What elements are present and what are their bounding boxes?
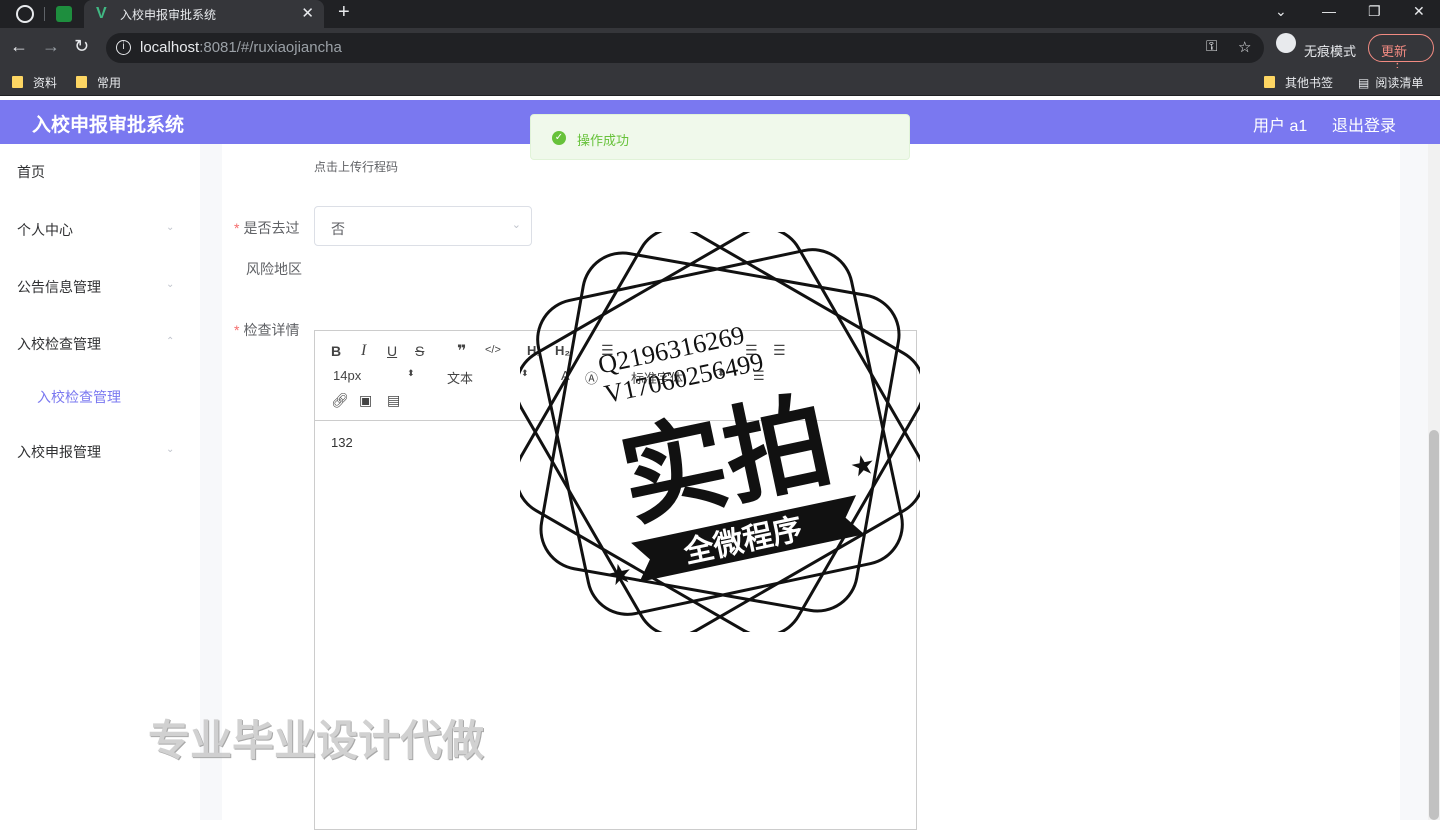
sidebar-item-notice[interactable]: 公告信息管理 (17, 277, 101, 297)
folder-icon (1264, 76, 1275, 88)
font-size-select[interactable]: 14px (333, 368, 361, 383)
new-tab-icon[interactable]: + (338, 1, 350, 24)
risk-label: * 是否去过 (234, 220, 300, 236)
sidebar-item-personal[interactable]: 个人中心 (17, 220, 73, 240)
other-bookmarks[interactable]: 其他书签 (1264, 74, 1333, 91)
risk-select[interactable]: 否 ⌄ (314, 206, 532, 246)
tab-close-icon[interactable]: ✕ (301, 4, 314, 22)
watermark-footer-text: 专业毕业设计代做 (148, 717, 485, 764)
bookmark-folder[interactable]: 资料 (12, 74, 57, 91)
restore-icon[interactable]: ❐ (1368, 3, 1381, 20)
address-bar: ← → ↻ i localhost:8081/#/ruxiaojiancha ⚿… (0, 28, 1440, 68)
success-toast: ✓ 操作成功 (530, 114, 910, 160)
globe-icon[interactable] (16, 5, 34, 23)
ordered-list-icon[interactable]: ☰ (601, 342, 614, 359)
italic-icon[interactable]: I (361, 342, 366, 360)
strikethrough-icon[interactable]: S (415, 343, 424, 359)
bookmarks-bar: 资料 常用 其他书签 ▤ 阅读清单 (0, 68, 1440, 96)
detail-label: * 检查详情 (234, 322, 300, 338)
font-family-arrow-icon: ⬍ (717, 368, 725, 378)
active-tab[interactable]: V 入校申报审批系统 ✕ (84, 0, 324, 28)
image-icon[interactable]: ▣ (359, 392, 372, 409)
update-label: 更新 (1381, 44, 1408, 59)
scrollbar-thumb[interactable] (1429, 430, 1439, 820)
url-text: localhost:8081/#/ruxiaojiancha (140, 39, 342, 56)
back-icon[interactable]: ← (10, 36, 28, 57)
forward-icon[interactable]: → (42, 36, 60, 57)
editor-content[interactable]: 132 (331, 435, 353, 450)
incognito-icon[interactable] (1276, 33, 1296, 53)
align-icon[interactable]: ☰ (753, 368, 765, 384)
h2-icon[interactable]: H₂ (555, 343, 570, 358)
check-circle-icon: ✓ (552, 131, 566, 145)
folder-icon (76, 76, 87, 88)
folder-icon (12, 76, 23, 88)
toast-message: 操作成功 (577, 133, 630, 148)
chevron-down-icon: ⌄ (166, 279, 175, 290)
editor-toolbar: B I U S ❞ </> H₁ H₂ ☰ ☰ ☰ 14px ⬍ 文本 ⬍ A … (315, 331, 916, 421)
sidebar-subitem-check[interactable]: 入校检查管理 (37, 387, 121, 407)
sheets-tab-icon[interactable] (56, 6, 72, 22)
sidebar-item-declare[interactable]: 入校申报管理 (17, 442, 101, 462)
chevron-down-icon: ⌄ (166, 222, 175, 233)
sidebar-item-check[interactable]: 入校检查管理 (17, 334, 101, 354)
browser-tab-bar: V 入校申报审批系统 ✕ + ⌄ — ❐ ✕ (0, 0, 1440, 28)
chevron-up-icon: ⌃ (166, 336, 175, 347)
logout-link[interactable]: 退出登录 (1332, 112, 1396, 136)
url-input[interactable]: i localhost:8081/#/ruxiaojiancha ⚿ ☆ (106, 33, 1264, 63)
h1-icon[interactable]: H₁ (527, 343, 542, 358)
info-icon[interactable]: i (116, 40, 131, 55)
vue-icon: V (96, 5, 107, 22)
sidebar-item-home[interactable]: 首页 (17, 162, 45, 182)
risk-select-value: 否 (331, 221, 345, 237)
background-color-icon[interactable]: Ⓐ (585, 368, 598, 387)
code-icon[interactable]: </> (485, 344, 501, 356)
font-family-select[interactable]: 标准字体 (631, 368, 683, 387)
chevron-down-icon: ⌄ (511, 219, 521, 231)
video-icon[interactable]: ▤ (387, 392, 400, 409)
tab-title: 入校申报审批系统 (120, 8, 217, 22)
reading-list[interactable]: ▤ 阅读清单 (1358, 74, 1423, 91)
risk-label-line2: 风险地区 (246, 261, 302, 277)
user-label: 用户 a1 (1253, 118, 1308, 135)
app-title: 入校申报审批系统 (32, 115, 185, 136)
quote-icon[interactable]: ❞ (457, 341, 466, 361)
underline-icon[interactable]: U (387, 343, 397, 359)
font-color-icon[interactable]: A (561, 368, 570, 383)
outdent-icon[interactable]: ☰ (773, 342, 786, 359)
block-type-arrow-icon: ⬍ (521, 368, 529, 378)
update-button[interactable]: 更新 ⋮ (1368, 34, 1434, 75)
tab-search-icon[interactable]: ⌄ (1275, 3, 1287, 20)
star-icon[interactable]: ☆ (1238, 38, 1251, 56)
close-window-icon[interactable]: ✕ (1413, 3, 1425, 20)
bookmark-folder[interactable]: 常用 (76, 74, 121, 91)
link-icon[interactable]: 🔗︎ (331, 392, 349, 409)
font-size-arrow-icon: ⬍ (407, 368, 415, 378)
incognito-label: 无痕模式 (1304, 44, 1357, 59)
key-icon[interactable]: ⚿ (1206, 38, 1217, 55)
chevron-down-icon: ⌄ (166, 444, 175, 455)
upload-hint[interactable]: 点击上传行程码 (314, 158, 398, 175)
block-type-select[interactable]: 文本 (447, 368, 473, 387)
minimize-icon[interactable]: — (1322, 3, 1336, 19)
reading-list-icon: ▤ (1358, 76, 1370, 90)
indent-icon[interactable]: ☰ (745, 342, 758, 359)
reload-icon[interactable]: ↻ (74, 36, 89, 57)
tab-separator (44, 7, 45, 21)
bold-icon[interactable]: B (331, 343, 341, 359)
